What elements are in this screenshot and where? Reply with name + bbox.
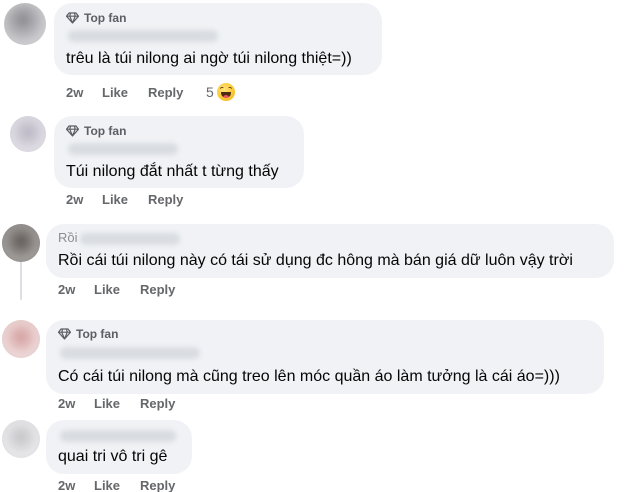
timestamp[interactable]: 2w: [58, 282, 94, 297]
comment-bubble: Top fan Có cái túi nilong mà cũng treo l…: [46, 320, 604, 394]
commenter-name[interactable]: [68, 143, 178, 155]
comment-bubble: Top fan Túi nilong đắt nhất t từng thấy: [54, 116, 304, 188]
diamond-icon: [66, 125, 79, 137]
top-fan-badge[interactable]: Top fan: [66, 11, 126, 25]
reply-button[interactable]: Reply: [140, 396, 198, 411]
comment-bubble: quai tri vô tri gê: [46, 420, 192, 474]
thread-connector-line: [20, 260, 22, 300]
diamond-icon: [58, 328, 71, 340]
timestamp[interactable]: 2w: [66, 192, 102, 207]
comment-text: trêu là túi nilong ai ngờ túi nilong thi…: [66, 50, 352, 67]
commenter-name[interactable]: [80, 233, 180, 245]
like-button[interactable]: Like: [102, 192, 148, 207]
like-button[interactable]: Like: [94, 396, 140, 411]
comment-text: Túi nilong đắt nhất t từng thấy: [66, 163, 279, 180]
comment-text: Có cái túi nilong mà cũng treo lên móc q…: [58, 368, 560, 385]
badge-label: Top fan: [84, 124, 127, 138]
comment-bubble: Top fan trêu là túi nilong ai ngờ túi ni…: [54, 3, 382, 75]
like-button[interactable]: Like: [102, 85, 148, 100]
haha-reaction-icon: [216, 83, 235, 101]
avatar[interactable]: [2, 224, 40, 262]
top-fan-badge[interactable]: Top fan: [66, 124, 126, 138]
commenter-name-visible[interactable]: Rồi: [58, 228, 78, 248]
comment-actions: 2w Like Reply: [58, 396, 198, 411]
reply-button[interactable]: Reply: [140, 282, 198, 297]
avatar[interactable]: [10, 116, 46, 152]
comment-text: quai tri vô tri gê: [58, 448, 168, 465]
badge-label: Top fan: [84, 11, 127, 25]
reaction-summary[interactable]: 5: [206, 83, 235, 101]
comment-actions: 2w Like Reply: [58, 478, 198, 492]
badge-label: Top fan: [76, 327, 119, 341]
commenter-name[interactable]: [60, 430, 176, 442]
reply-button[interactable]: Reply: [148, 192, 206, 207]
avatar[interactable]: [2, 420, 40, 458]
comment-text: Rồi cái túi nilong này có tái sử dụng đc…: [58, 252, 573, 269]
diamond-icon: [66, 12, 79, 24]
commenter-name[interactable]: [68, 30, 218, 42]
avatar[interactable]: [4, 3, 46, 45]
timestamp[interactable]: 2w: [58, 396, 94, 411]
comment-actions: 2w Like Reply 5: [66, 83, 235, 101]
reply-button[interactable]: Reply: [140, 478, 198, 492]
comment-actions: 2w Like Reply: [58, 282, 198, 297]
avatar[interactable]: [2, 320, 40, 358]
top-fan-badge[interactable]: Top fan: [58, 327, 118, 341]
like-button[interactable]: Like: [94, 282, 140, 297]
timestamp[interactable]: 2w: [58, 478, 94, 492]
reply-button[interactable]: Reply: [148, 85, 206, 100]
timestamp[interactable]: 2w: [66, 85, 102, 100]
like-button[interactable]: Like: [94, 478, 140, 492]
commenter-name[interactable]: [60, 347, 200, 359]
comment-actions: 2w Like Reply: [66, 192, 206, 207]
comment-bubble: Rồi Rồi cái túi nilong này có tái sử dụn…: [46, 224, 614, 278]
comment-thread: Top fan trêu là túi nilong ai ngờ túi ni…: [0, 0, 640, 492]
reaction-count: 5: [206, 84, 214, 100]
